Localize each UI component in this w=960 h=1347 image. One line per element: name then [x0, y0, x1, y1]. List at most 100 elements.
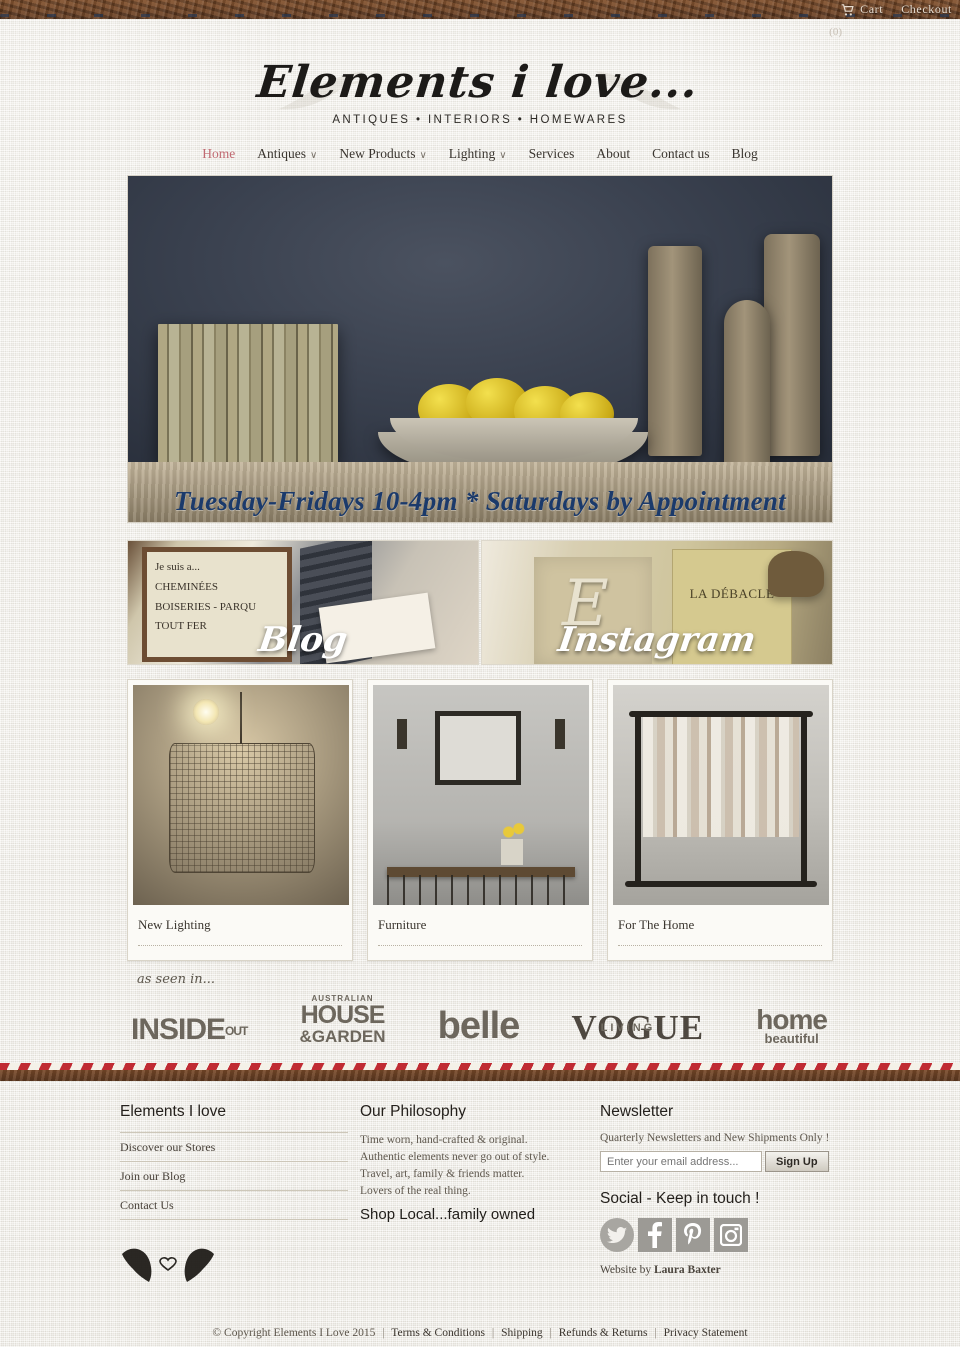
for-the-home-image [613, 685, 829, 905]
birdcage-pendant-icon [169, 692, 315, 873]
link-privacy-statement[interactable]: Privacy Statement [664, 1327, 748, 1339]
winged-heart-icon [122, 1248, 214, 1282]
nav-item-about[interactable]: About [596, 146, 630, 162]
social-heading: Social - Keep in touch ! [600, 1190, 760, 1207]
magazine-subname: &GARDEN [299, 1027, 386, 1046]
nav-item-services[interactable]: Services [529, 146, 575, 162]
hero-banner[interactable]: Tuesday-Fridays 10-4pm * Saturdays by Ap… [127, 175, 833, 523]
magazine-subname: OUT [225, 1023, 248, 1038]
hero-caption: Tuesday-Fridays 10-4pm * Saturdays by Ap… [174, 486, 786, 516]
link-terms-and-conditions[interactable]: Terms & Conditions [391, 1327, 485, 1339]
pinterest-icon[interactable] [676, 1218, 710, 1252]
as-seen-in-section: as seen in... INSIDEOUT AUSTRALIAN HOUSE… [127, 972, 833, 1047]
philosophy-line: Lovers of the real thing. [360, 1185, 471, 1198]
poster-line-1: Je suis a... [155, 561, 200, 573]
nav-label: Contact us [652, 146, 710, 161]
blog-banner[interactable]: Je suis a... CHEMINÉES BOISERIES - PARQU… [127, 540, 479, 665]
footer-link-list: Discover our Stores Join our Blog Contac… [120, 1132, 348, 1220]
nav-label: Antiques [257, 146, 306, 161]
newsletter-signup-button[interactable]: Sign Up [765, 1151, 829, 1172]
wooden-candlestick-3 [764, 234, 820, 456]
card-furniture[interactable]: Furniture [367, 679, 593, 961]
magazine-logo-belle: belle [437, 1005, 521, 1047]
nav-label: Home [202, 146, 236, 161]
footer-link-discover-our-stores[interactable]: Discover our Stores [120, 1132, 348, 1162]
philosophy-line: Travel, art, family & friends matter. [360, 1168, 525, 1181]
website-credit: Website by Laura Baxter [600, 1264, 840, 1276]
magazine-name: HOUSE [300, 1001, 386, 1029]
framed-artwork [435, 711, 521, 785]
footer-link-join-our-blog[interactable]: Join our Blog [120, 1162, 348, 1191]
bronze-dog-figurine [768, 551, 824, 597]
nav-item-home[interactable]: Home [202, 146, 235, 162]
vase [501, 839, 523, 865]
cart-link[interactable]: Cart [841, 2, 883, 17]
nav-item-new-products[interactable]: New Products ∨ [339, 146, 426, 162]
footer-heading: Our Philosophy [360, 1103, 466, 1120]
magazine-logo-house-and-garden: AUSTRALIAN HOUSE &GARDEN [299, 995, 386, 1046]
magazine-name: belle [437, 1005, 521, 1047]
site-logo[interactable]: Elements i love... ANTIQUES • INTERIORS … [0, 19, 960, 137]
console-table-legs [387, 875, 575, 905]
magazine-logo-vogue-living: VOGUE LIVING [571, 1010, 704, 1045]
credit-prefix: Website by [600, 1264, 655, 1276]
checkout-link[interactable]: Checkout [901, 2, 952, 17]
clothing-rack-leg-right [801, 715, 807, 883]
facebook-icon[interactable] [638, 1218, 672, 1252]
nav-item-blog[interactable]: Blog [731, 146, 757, 162]
card-for-the-home[interactable]: For The Home [607, 679, 833, 961]
chevron-down-icon: ∨ [310, 150, 318, 161]
airmail-divider [0, 1063, 960, 1081]
site-footer: Elements I love Discover our Stores Join… [0, 1081, 960, 1291]
as-seen-in-label: as seen in... [137, 972, 216, 987]
nav-item-contact-us[interactable]: Contact us [652, 146, 709, 162]
card-new-lighting[interactable]: New Lighting [127, 679, 353, 961]
hanging-textiles [643, 717, 799, 837]
card-footer [133, 946, 347, 960]
stitching-decoration [0, 14, 960, 17]
nav-label: Lighting [448, 146, 496, 161]
nav-item-antiques[interactable]: Antiques ∨ [257, 146, 317, 162]
separator: | [491, 1327, 495, 1339]
separator: | [549, 1327, 552, 1339]
book-title: LA DÉBACLE [689, 586, 775, 601]
instagram-icon[interactable] [714, 1218, 748, 1252]
poster-line-3: BOISERIES - PARQU [155, 600, 257, 613]
magazine-logo-inside-out: INSIDEOUT [131, 1015, 248, 1045]
wooden-candlestick-1 [648, 246, 702, 456]
blog-banner-label: Blog [256, 620, 350, 660]
card-label: New Lighting [138, 917, 211, 932]
antique-books-stack [158, 324, 338, 464]
magazine-subname: beautiful [764, 1031, 819, 1046]
chevron-down-icon: ∨ [419, 150, 427, 161]
furniture-image [373, 685, 589, 905]
link-shipping[interactable]: Shipping [501, 1327, 543, 1339]
footer-column-our-philosophy: Our Philosophy Time worn, hand-crafted &… [360, 1103, 600, 1291]
philosophy-tagline: Shop Local...family owned [360, 1206, 536, 1224]
newsletter-email-input[interactable] [600, 1151, 762, 1172]
credit-author[interactable]: Laura Baxter [654, 1264, 721, 1276]
clothing-rack-base [625, 881, 817, 887]
light-bulb-icon [193, 699, 219, 725]
wall-sconce-left [397, 719, 407, 749]
top-nav: Cart Checkout [841, 0, 952, 19]
copyright-bar: © Copyright Elements I Love 2015 | Terms… [0, 1327, 960, 1339]
footer-heading: Elements I love [120, 1103, 226, 1120]
nav-item-lighting[interactable]: Lighting ∨ [449, 146, 507, 162]
nav-label: About [596, 146, 631, 161]
twitter-icon[interactable] [600, 1218, 634, 1252]
new-lighting-image [133, 685, 349, 905]
promo-banners: Je suis a... CHEMINÉES BOISERIES - PARQU… [127, 540, 833, 665]
link-refunds-and-returns[interactable]: Refunds & Returns [559, 1327, 648, 1339]
airmail-ribbon [0, 1063, 960, 1070]
hero-image [128, 176, 832, 522]
social-links [600, 1218, 840, 1252]
nav-label: Blog [731, 146, 758, 161]
card-label: For The Home [618, 917, 695, 932]
instagram-banner[interactable]: LA DÉBACLE Instagram [481, 540, 833, 665]
card-footer [373, 946, 587, 960]
poster-line-2: CHEMINÉES [155, 580, 218, 593]
footer-column-newsletter: Newsletter Quarterly Newsletters and New… [600, 1103, 840, 1291]
cart-label: Cart [860, 2, 884, 16]
footer-link-contact-us[interactable]: Contact Us [120, 1191, 348, 1220]
